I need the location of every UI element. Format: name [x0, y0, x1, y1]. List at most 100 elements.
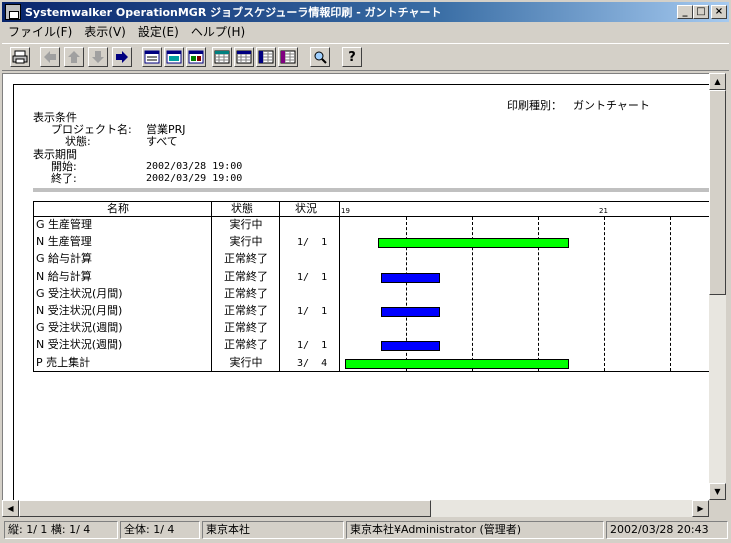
arrow-right-icon [116, 51, 128, 63]
status-total: 全体: 1/ 4 [120, 521, 200, 539]
scroll-up-button[interactable] [64, 47, 84, 67]
header-name: 名称 [107, 202, 129, 215]
status-user: 東京本社¥Administrator (管理者) [346, 521, 604, 539]
printer-icon [12, 50, 28, 64]
separator [33, 188, 709, 192]
scroll-left-arrow[interactable]: ◀ [2, 500, 19, 517]
row-name: N 受注状況(週間) [36, 338, 123, 352]
row-state: 実行中 [229, 218, 263, 231]
row-state: 実行中 [229, 355, 263, 369]
scroll-left-button[interactable] [40, 47, 60, 67]
table-left-border [33, 201, 34, 372]
arrow-left-icon [44, 51, 56, 63]
end-value: 2002/03/29 19:00 [146, 173, 243, 184]
end-label: 終了: [51, 172, 77, 185]
minimize-button[interactable]: _ [677, 5, 693, 19]
status-bar: 縦: 1/ 1 横: 1/ 4 全体: 1/ 4 東京本社 東京本社¥Admin… [2, 519, 729, 541]
row-name: G 給与計算 [36, 252, 93, 266]
row-status: 1/ 1 [297, 306, 328, 317]
project-label: プロジェクト名: [51, 123, 132, 136]
scroll-down-button[interactable] [88, 47, 108, 67]
gantt-bar [344, 358, 570, 369]
app-icon[interactable] [5, 4, 21, 20]
row-state: 正常終了 [224, 286, 268, 300]
timeline-gridline [670, 217, 671, 371]
row-state: 正常終了 [224, 269, 268, 283]
row-status: 1/ 1 [297, 237, 328, 249]
help-icon: ? [348, 49, 356, 65]
gantt-bar [381, 272, 441, 283]
row-state: 正常終了 [224, 252, 268, 266]
row-state: 正常終了 [224, 304, 268, 317]
state-value: すべて [146, 135, 178, 148]
scroll-up-arrow[interactable]: ▲ [709, 73, 726, 90]
menu-settings[interactable]: 設定(E) [132, 23, 185, 40]
row-name: G 受注状況(月間) [36, 286, 123, 300]
grid2-button[interactable] [234, 47, 254, 67]
row-status: 1/ 1 [297, 271, 328, 283]
gantt-table: 名称 状態 状況 19 21 G 生産管理 実行中 N 生産管理 実行中 1/ 1G 給… [33, 201, 709, 373]
header-status: 状況 [295, 202, 317, 215]
row-state: 正常終了 [224, 338, 268, 352]
grid4-icon [280, 50, 296, 64]
table-top-border [33, 201, 709, 202]
horizontal-scrollbar[interactable]: ◀ ▶ [2, 500, 709, 517]
scroll-corner [709, 500, 726, 517]
print-button[interactable] [10, 47, 30, 67]
vertical-scroll-thumb[interactable] [709, 90, 726, 295]
status-location: 東京本社 [202, 521, 344, 539]
col-divider-2 [279, 201, 280, 372]
col-divider-1 [211, 201, 212, 372]
table-bottom-border [33, 371, 709, 372]
view3-icon [188, 50, 204, 64]
status-position: 縦: 1/ 1 横: 1/ 4 [4, 521, 118, 539]
maximize-button[interactable]: □ [693, 5, 709, 19]
menu-view[interactable]: 表示(V) [78, 23, 132, 40]
row-name: N 給与計算 [36, 269, 92, 283]
help-button[interactable]: ? [342, 47, 362, 67]
vertical-scrollbar[interactable]: ▲ ▼ [709, 73, 726, 500]
scroll-right-button[interactable] [112, 47, 132, 67]
menu-bar: ファイル(F) 表示(V) 設定(E) ヘルプ(H) [2, 22, 729, 40]
arrow-down-icon [92, 51, 104, 63]
view1-icon [144, 50, 160, 64]
grid3-icon [258, 50, 274, 64]
gantt-bar [377, 238, 570, 249]
report-view[interactable]: 印刷種別： ガントチャート 表示条件 プロジェクト名: 営業PRJ 状態: すべ… [2, 73, 709, 500]
scroll-down-arrow[interactable]: ▼ [709, 483, 726, 500]
row-status: 1/ 1 [297, 340, 328, 352]
row-name: G 生産管理 [36, 218, 93, 231]
row-state: 正常終了 [224, 321, 268, 335]
state-label: 状態: [65, 135, 91, 148]
row-state: 実行中 [229, 235, 263, 249]
title-bar[interactable]: Systemwalker OperationMGR ジョブスケジューラ情報印刷 … [2, 2, 729, 22]
view3-button[interactable] [186, 47, 206, 67]
print-type-label: 印刷種別： [507, 99, 562, 112]
grid4-button[interactable] [278, 47, 298, 67]
grid2-icon [236, 50, 252, 64]
gantt-bar [381, 307, 441, 317]
status-datetime: 2002/03/28 20:43 [606, 521, 728, 539]
close-button[interactable]: × [711, 5, 727, 19]
arrow-up-icon [68, 51, 80, 63]
row-name: P 売上集計 [36, 355, 91, 369]
grid1-button[interactable] [212, 47, 232, 67]
header-state: 状態 [231, 202, 253, 215]
view2-button[interactable] [164, 47, 184, 67]
menu-file[interactable]: ファイル(F) [2, 23, 78, 40]
horizontal-scroll-thumb[interactable] [19, 500, 431, 517]
timeline-tick-21: 21 [599, 207, 608, 215]
col-divider-3 [339, 201, 340, 372]
view1-button[interactable] [142, 47, 162, 67]
gantt-bar [381, 341, 441, 352]
grid1-icon [214, 50, 230, 64]
start-value: 2002/03/28 19:00 [146, 161, 243, 172]
main-window: Systemwalker OperationMGR ジョブスケジューラ情報印刷 … [0, 0, 731, 543]
row-status: 3/ 4 [297, 357, 328, 369]
scroll-right-arrow[interactable]: ▶ [692, 500, 709, 517]
timeline-tick-19: 19 [341, 207, 350, 215]
zoom-button[interactable] [310, 47, 330, 67]
toolbar: ? [2, 43, 729, 71]
menu-help[interactable]: ヘルプ(H) [185, 23, 251, 40]
grid3-button[interactable] [256, 47, 276, 67]
